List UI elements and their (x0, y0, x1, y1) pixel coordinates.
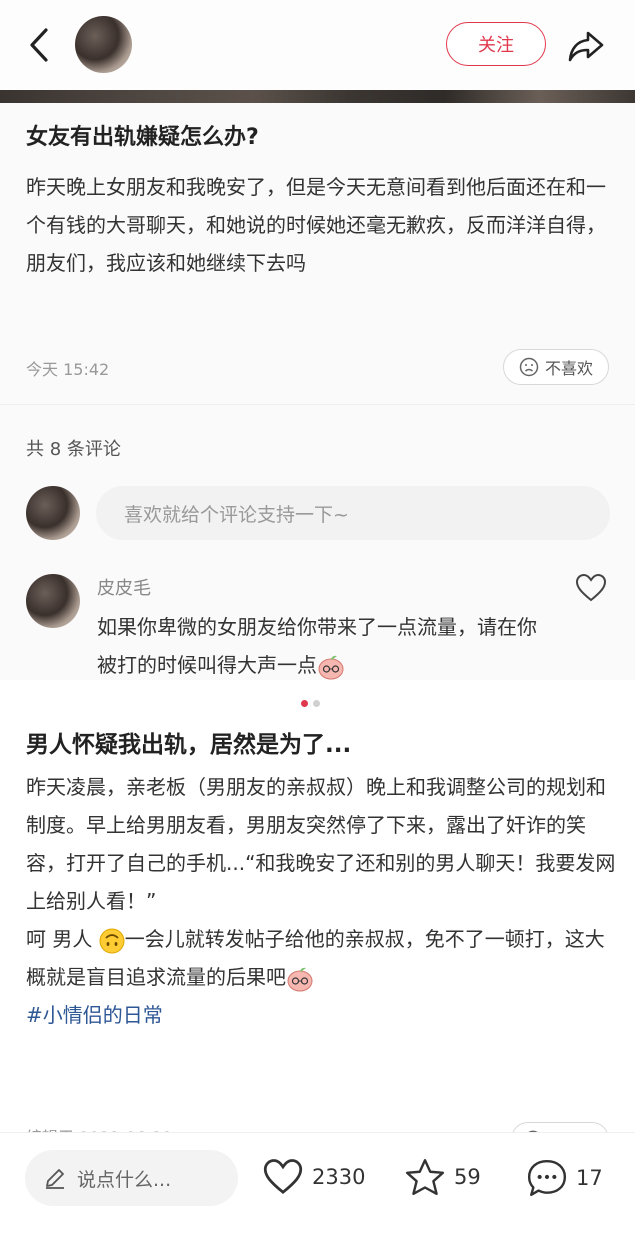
like-count: 2330 (312, 1165, 366, 1189)
peach-emoji-icon (287, 967, 313, 991)
back-icon[interactable] (24, 26, 54, 64)
peach-emoji-icon (318, 655, 344, 679)
star-icon (405, 1158, 445, 1196)
comment-button[interactable]: 17 (526, 1157, 603, 1199)
commenter-avatar[interactable] (26, 574, 80, 628)
post-time: 今天 15:42 (26, 360, 110, 379)
author-avatar[interactable] (75, 16, 132, 73)
comment-text: 如果你卑微的女朋友给你带来了一点流量，请在你被打的时候叫得大声一点 (97, 608, 537, 684)
heart-icon[interactable] (575, 573, 607, 603)
divider (0, 404, 635, 405)
frown-icon (519, 357, 539, 377)
dislike-button[interactable]: 不喜欢 (503, 349, 609, 385)
collect-button[interactable]: 59 (404, 1157, 481, 1197)
comment-count: 共 8 条评论 (26, 439, 121, 460)
upside-down-face-icon (99, 928, 125, 953)
comment-author[interactable]: 皮皮毛 (97, 574, 151, 600)
say-something-input[interactable]: 说点什么... (25, 1150, 238, 1206)
note-paragraph: 昨天凌晨，亲老板（男朋友的亲叔叔）晚上和我调整公司的规划和制度。早上给男朋友看，… (26, 775, 616, 913)
comment-count-bottom: 17 (576, 1166, 603, 1190)
dislike-label: 不喜欢 (544, 359, 593, 378)
share-icon[interactable] (566, 25, 606, 65)
hashtag-link[interactable]: #小情侣的日常 (26, 996, 618, 1034)
heart-icon (263, 1159, 303, 1194)
note-title: 男人怀疑我出轨，居然是为了... (26, 732, 352, 758)
comment-bubble-icon (527, 1159, 567, 1197)
post-header: 关注 (0, 0, 635, 90)
post-title: 女友有出轨嫌疑怎么办? (26, 125, 259, 150)
follow-button[interactable]: 关注 (446, 22, 546, 66)
like-button[interactable]: 2330 (262, 1158, 365, 1196)
note-text: 呵 男人 (26, 927, 99, 951)
post-image-edge (0, 90, 635, 103)
carousel-dot (313, 700, 320, 707)
carousel-dot-active (301, 700, 308, 707)
first-post-screenshot: 关注 女友有出轨嫌疑怎么办? 昨天晚上女朋友和我晚安了，但是今天无意间看到他后面… (0, 0, 635, 680)
post-body: 昨天晚上女朋友和我晚安了，但是今天无意间看到他后面还在和一个有钱的大哥聊天，和她… (26, 175, 606, 275)
collect-count: 59 (454, 1165, 481, 1189)
say-something-placeholder: 说点什么... (77, 1168, 172, 1191)
my-avatar (26, 486, 80, 540)
note-body: 昨天凌晨，亲老板（男朋友的亲叔叔）晚上和我调整公司的规划和制度。早上给男朋友看，… (26, 768, 618, 1034)
comment-input[interactable]: 喜欢就给个评论支持一下~ (96, 486, 610, 540)
note-paragraph-2: 呵 男人 一会儿就转发帖子给他的亲叔叔，免不了一顿打，这大概就是盲目追求流量的后… (26, 920, 618, 996)
pencil-icon (46, 1169, 64, 1189)
carousel-indicator (301, 692, 325, 711)
